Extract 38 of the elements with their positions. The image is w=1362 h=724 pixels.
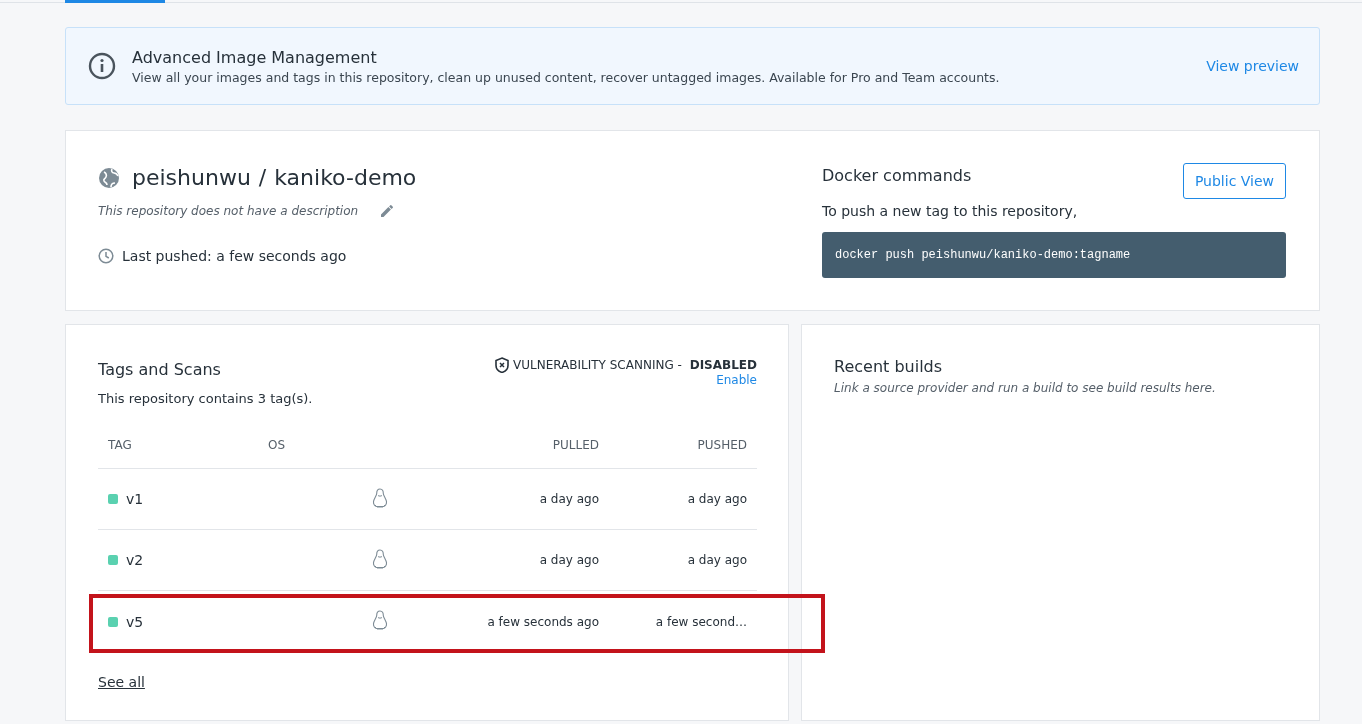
pulled-time: a day ago	[538, 492, 600, 506]
enable-link[interactable]: Enable	[716, 373, 757, 387]
repository-name: kaniko-demo	[274, 165, 417, 190]
pencil-icon[interactable]	[380, 204, 395, 218]
pulled-time: a few seconds ago	[486, 614, 600, 629]
section-title: Tags and Scans	[98, 360, 221, 381]
column-header: TAG	[107, 438, 133, 452]
banner-title: Advanced Image Management	[132, 47, 378, 67]
public-view-button[interactable]: Public View	[1182, 163, 1286, 199]
info-icon	[88, 52, 116, 80]
path-separator: /	[258, 165, 267, 190]
repository-namespace: peishunwu	[132, 165, 251, 190]
banner-text: View all your images and tags in this repository, clean up unused content, recover untagged images. Available for Pro and Team accounts.	[132, 69, 1001, 85]
column-header: PULLED	[551, 438, 600, 452]
scanning-label: VULNERABILITY SCANNING -	[513, 358, 683, 372]
section-title: Docker commands	[822, 166, 972, 185]
tag-name: v2	[126, 552, 144, 568]
tag-name: v1	[126, 491, 144, 507]
see-all-link[interactable]: See all	[98, 674, 145, 690]
section-title: Recent builds	[834, 357, 944, 376]
shield-x-icon	[495, 357, 509, 373]
pushed-time: a day ago	[686, 492, 748, 506]
scanning-status: DISABLED	[689, 358, 757, 372]
globe-icon	[98, 166, 120, 189]
pushed-time: a day ago	[686, 553, 748, 567]
instruction-text: To push a new tag to this repository,	[822, 203, 1079, 219]
pulled-time: a day ago	[538, 553, 600, 567]
column-header: OS	[267, 438, 287, 452]
command-block: docker push peishunwu/kaniko-demo:tagname	[822, 232, 1286, 278]
empty-state-text: Link a source provider and run a build to see build results here.	[834, 381, 1217, 395]
tag-count-text: This repository contains 3 tag(s).	[98, 391, 314, 406]
pushed-time: a few second…	[654, 614, 748, 629]
tag-name: v5	[126, 613, 144, 630]
repository-description: This repository does not have a description	[98, 204, 359, 218]
last-pushed-text: Last pushed: a few seconds ago	[122, 248, 347, 264]
column-header: PUSHED	[696, 438, 748, 452]
view-preview-link[interactable]: View preview	[1206, 58, 1299, 74]
clock-icon	[98, 248, 114, 264]
